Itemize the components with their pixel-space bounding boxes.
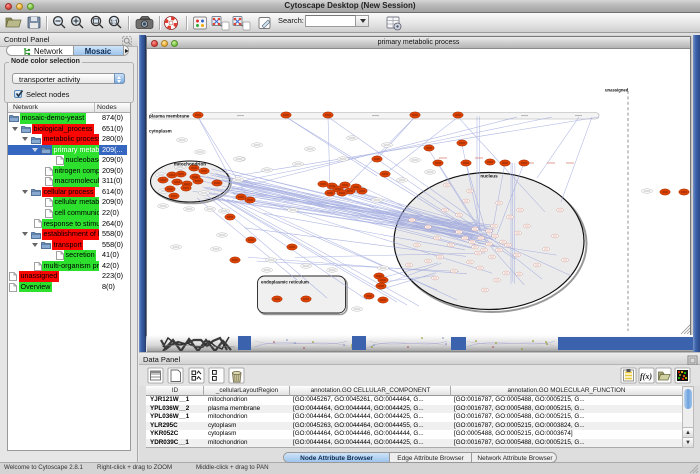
svg-text:plasma membrane: plasma membrane xyxy=(149,114,190,119)
svg-text:1:1: 1:1 xyxy=(110,20,117,26)
svg-text:mitochondrion: mitochondrion xyxy=(174,162,206,167)
svg-text:f(x): f(x) xyxy=(640,372,652,381)
svg-text:cytoplasm: cytoplasm xyxy=(149,129,172,134)
svg-text:nucleus: nucleus xyxy=(480,174,498,179)
svg-text:unassigned: unassigned xyxy=(605,88,629,93)
svg-text:endoplasmic reticulum: endoplasmic reticulum xyxy=(261,280,309,285)
